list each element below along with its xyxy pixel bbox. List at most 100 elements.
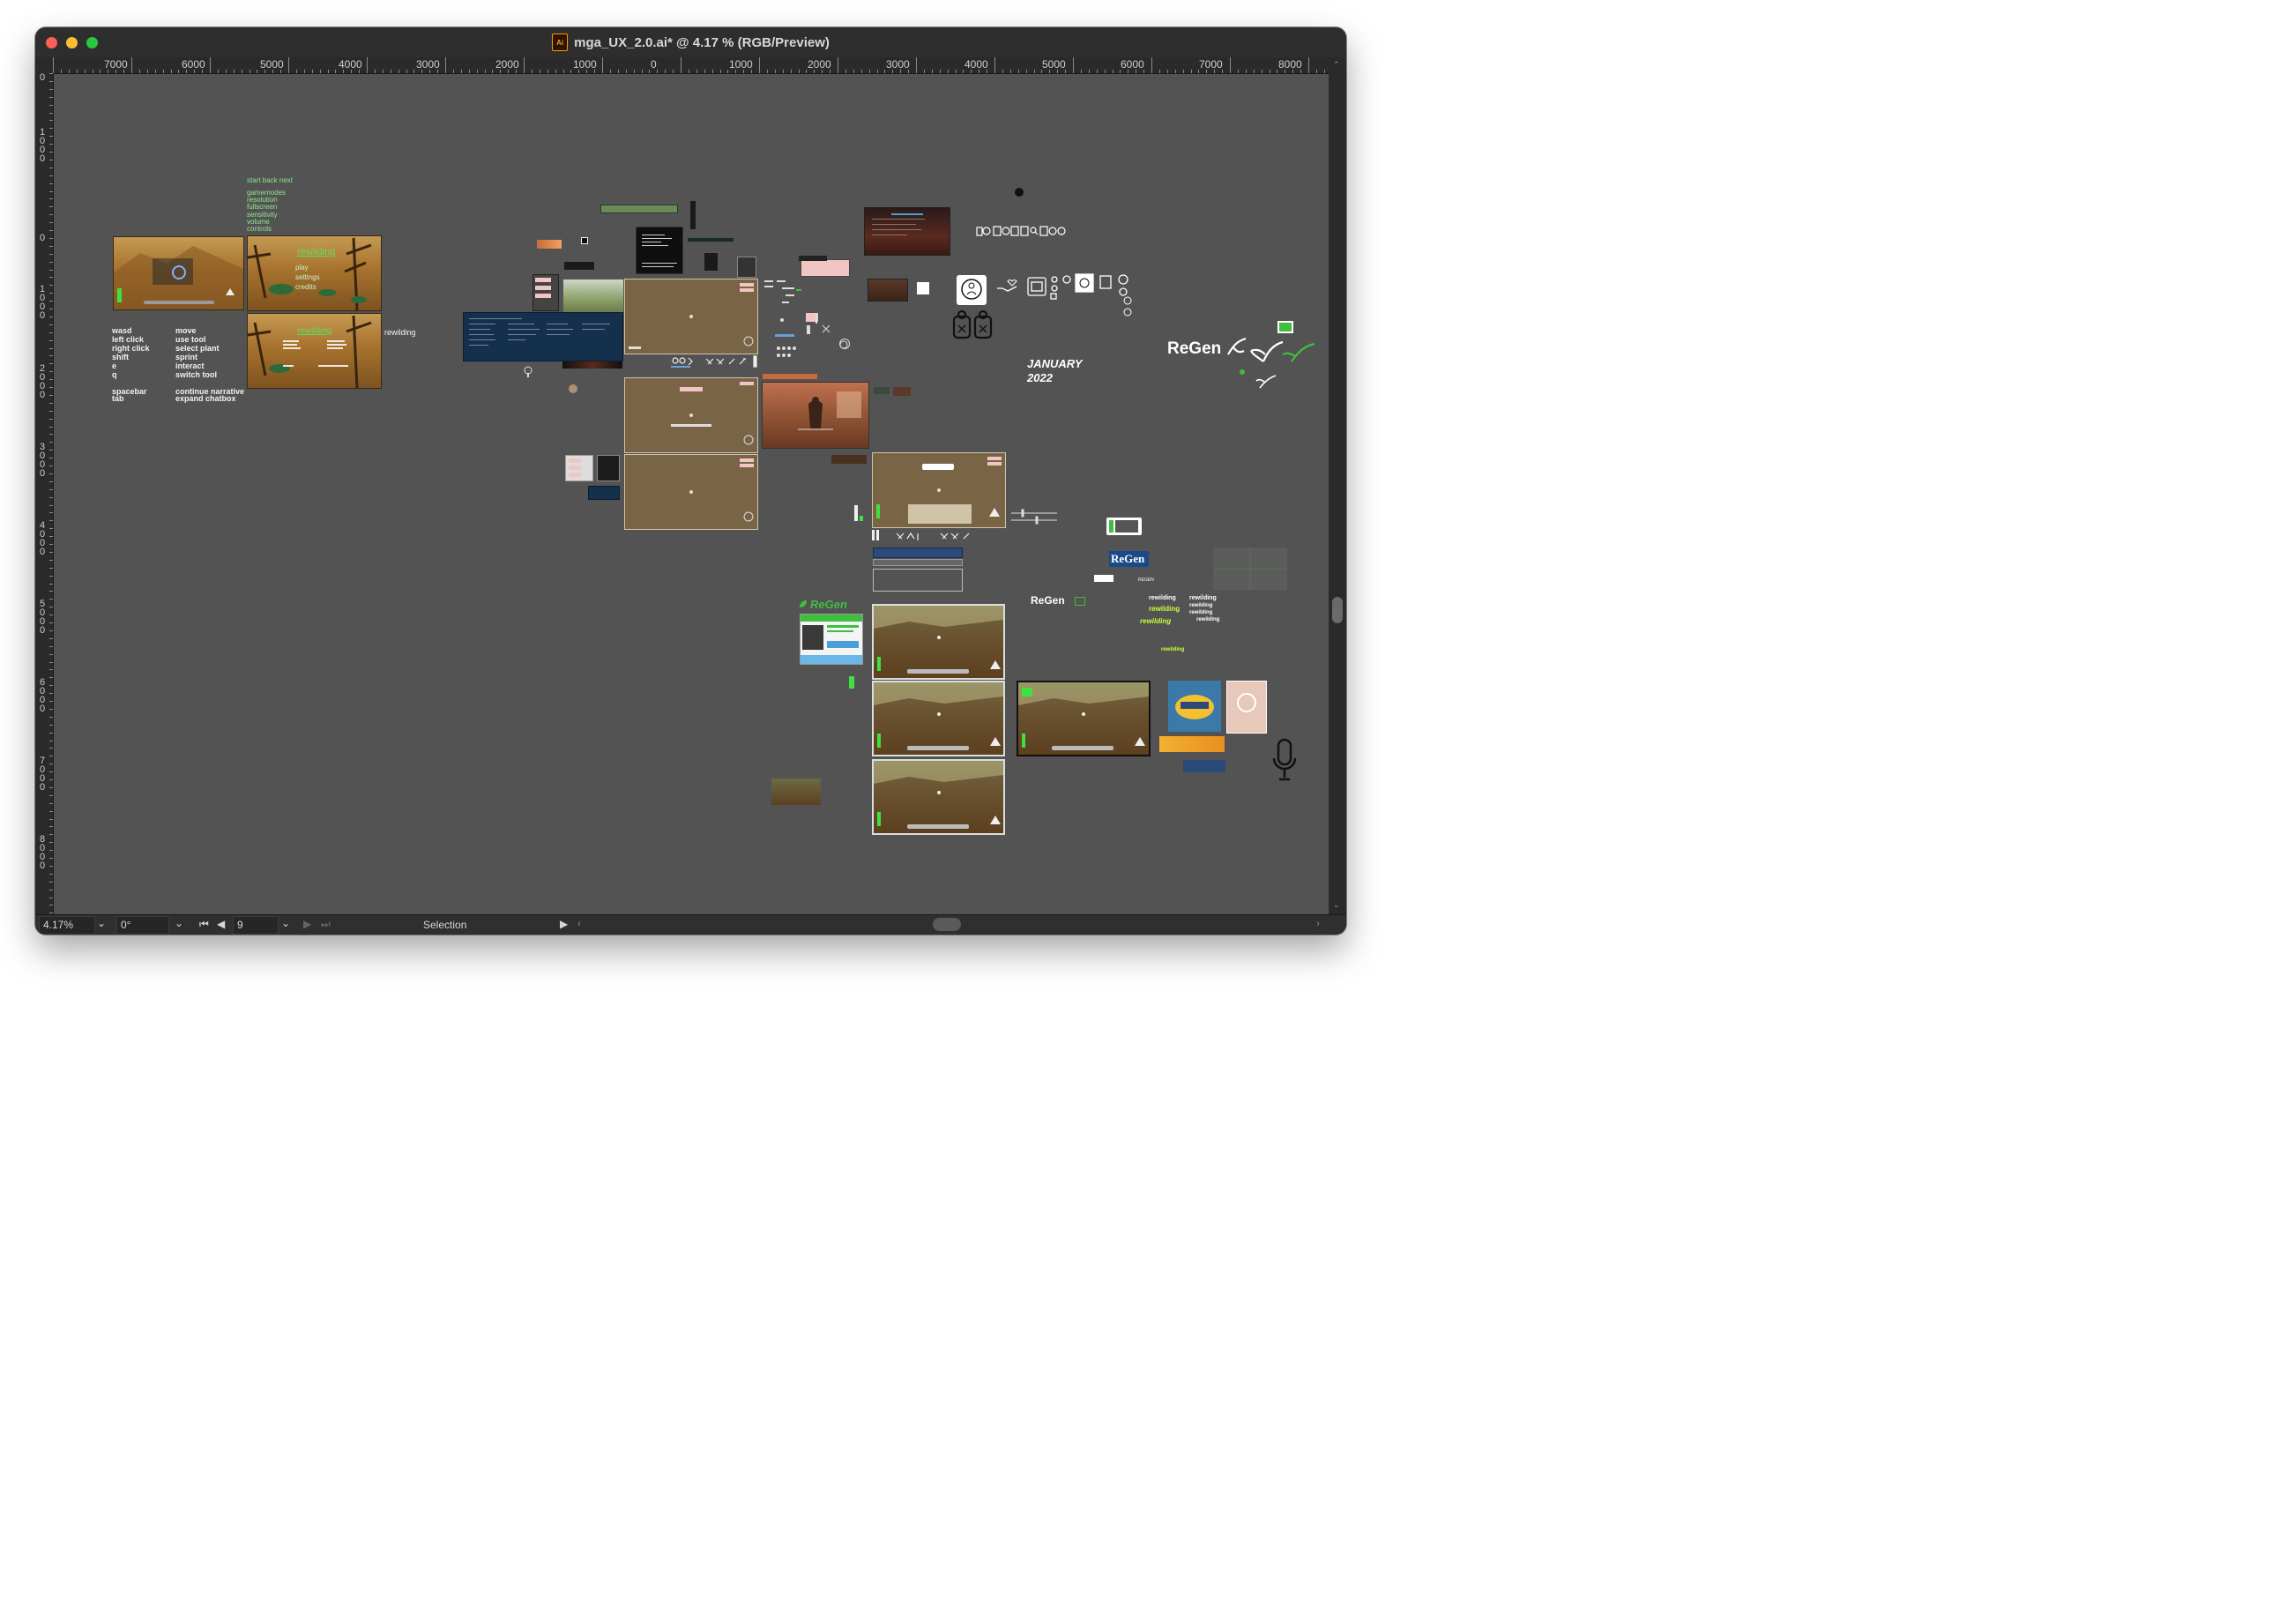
ruler-tick (49, 426, 53, 428)
ruler-tick (49, 794, 53, 796)
ruler-tick (115, 70, 117, 73)
ruler-tick (49, 818, 53, 820)
vertical-scrollbar[interactable]: ⌃ ⌄ (1329, 57, 1346, 915)
artboard-hud-tan-3[interactable] (624, 454, 758, 530)
zoom-dropdown-icon[interactable]: ⌄ (97, 917, 106, 929)
ruler-tick (531, 70, 533, 73)
ruler-tick (138, 70, 140, 73)
artboard-dark-popup[interactable] (597, 455, 620, 481)
tree-icon (519, 366, 537, 378)
ruler-tick (49, 293, 53, 294)
rotation-dropdown-icon[interactable]: ⌄ (175, 917, 183, 929)
artboard-orange-strip[interactable] (763, 374, 817, 379)
artboard-navy-chip[interactable] (588, 486, 620, 500)
ruler-tick (49, 418, 53, 420)
artboard-input-strip[interactable] (873, 559, 963, 566)
artboard-landscape-thumb[interactable] (771, 778, 821, 805)
artboard-battery-card[interactable] (1106, 518, 1142, 535)
artboard-navy-panel[interactable] (463, 312, 623, 361)
icon-row-mid (1026, 273, 1137, 302)
ruler-tick (327, 70, 329, 73)
previous-artboard-icon[interactable]: ◀ (217, 918, 225, 930)
control-key: right click (112, 344, 150, 353)
artboard-dark-ribbon[interactable] (562, 361, 622, 369)
artboard-brown-chip[interactable] (893, 387, 911, 396)
artboard-black-panel[interactable] (636, 227, 683, 274)
artboard-dark-card[interactable] (704, 252, 719, 272)
artboard-search-bar[interactable] (873, 548, 963, 558)
artboard-blue-banner[interactable] (1183, 760, 1225, 772)
artboard-hud-landscape-dark[interactable] (1017, 681, 1151, 756)
control-action: sprint (175, 353, 198, 361)
artboard-brown-photo[interactable] (868, 279, 908, 302)
artboard-brown-strip[interactable] (831, 455, 867, 464)
scroll-right-icon[interactable]: › (1316, 917, 1320, 929)
ruler-tick (1049, 70, 1051, 73)
artboard-orange-banner[interactable] (1159, 736, 1225, 752)
artboard-hud-landscape-1[interactable] (872, 604, 1005, 680)
artboard-green-chip[interactable] (874, 387, 890, 394)
horizontal-ruler[interactable]: 7000 6000 5000 4000 3000 2000 1000 0 1000 2000 300… (53, 57, 1329, 74)
ruler-tick (853, 70, 854, 73)
small-icons-column (1122, 296, 1135, 323)
next-artboard-icon[interactable]: ▶ (303, 918, 311, 930)
artboard-thin-strip[interactable] (688, 238, 734, 242)
artboard-hud-landscape-3[interactable] (872, 759, 1005, 835)
ruler-tick (49, 858, 53, 859)
artboard-title-screen[interactable]: rewilding play settings credits (247, 235, 382, 311)
ruler-tick (351, 70, 353, 73)
artboard-vertical-strip[interactable] (690, 201, 696, 229)
artboard-desert-character[interactable] (762, 382, 869, 449)
artboard-dark-bar[interactable] (799, 256, 827, 261)
artboard-hud-tan-1[interactable] (624, 279, 758, 354)
artboard-terminal-photo[interactable] (864, 207, 950, 256)
artboard-hud-landscape-2[interactable] (872, 681, 1005, 756)
artboard-pink-banner[interactable] (801, 259, 850, 277)
artboard-ui-list[interactable] (533, 274, 559, 311)
ruler-tick (49, 693, 53, 695)
artboard-dark-label[interactable] (563, 261, 595, 271)
ruler-tick (1230, 57, 1231, 73)
artboard-gameplay-hud[interactable] (113, 236, 244, 310)
artboard-regen-website[interactable] (800, 614, 863, 665)
rewilding-label: rewilding (384, 328, 416, 337)
ruler-tick (1033, 70, 1035, 73)
ruler-tick (790, 70, 792, 73)
horizontal-scroll-thumb[interactable] (933, 918, 961, 931)
ruler-origin[interactable] (35, 57, 54, 74)
scroll-down-icon[interactable]: ⌄ (1333, 900, 1340, 910)
control-action: expand chatbox (175, 394, 236, 403)
artboard-canvas[interactable]: start back next gamemodes resolution ful… (54, 74, 1329, 915)
ruler-tick (711, 70, 713, 73)
artboard-icon-card[interactable] (737, 257, 756, 278)
artboard-empty-frame[interactable] (873, 569, 963, 592)
vertical-ruler[interactable]: 0 1000 0 1000 2000 3000 4000 5000 6000 7000 8000 (35, 73, 54, 915)
artboard-grid-placeholder[interactable] (1213, 548, 1287, 590)
vertical-scroll-thumb[interactable] (1332, 597, 1343, 623)
artboard-hud-pause[interactable] (872, 452, 1006, 528)
ruler-tick (1025, 70, 1027, 73)
regen-mark-icon (1075, 597, 1085, 606)
ruler-tick (429, 70, 431, 73)
ruler-tick (49, 544, 53, 545)
artboard-dropdown-icon[interactable]: ⌄ (281, 917, 290, 929)
ruler-tick (1300, 70, 1302, 73)
ruler-tick (49, 732, 53, 734)
artboard-orange-swatch[interactable] (537, 240, 562, 249)
artboard-tiny-icon[interactable] (581, 237, 588, 244)
ruler-tick (359, 70, 361, 73)
scroll-up-icon[interactable]: ⌃ (1333, 60, 1340, 70)
artboard-poster-blue[interactable] (1168, 681, 1221, 732)
artboard-pink-list[interactable] (565, 455, 593, 481)
artboard-poster-pink[interactable] (1226, 681, 1267, 734)
first-artboard-icon[interactable]: ⏮ (199, 918, 209, 931)
last-artboard-icon[interactable]: ⏭ (321, 918, 331, 931)
artboard-controls-screen[interactable]: rewilding (247, 313, 382, 389)
artboard-round-token[interactable] (569, 384, 577, 393)
artboard-bar-strip[interactable] (600, 205, 678, 213)
status-menu-arrow-icon[interactable]: ▶ (560, 918, 568, 930)
artboard-landscape-small[interactable] (562, 279, 624, 314)
ruler-tick (1158, 70, 1160, 73)
scroll-left-icon[interactable]: ‹ (577, 917, 581, 929)
artboard-hud-tan-2[interactable] (624, 377, 758, 453)
